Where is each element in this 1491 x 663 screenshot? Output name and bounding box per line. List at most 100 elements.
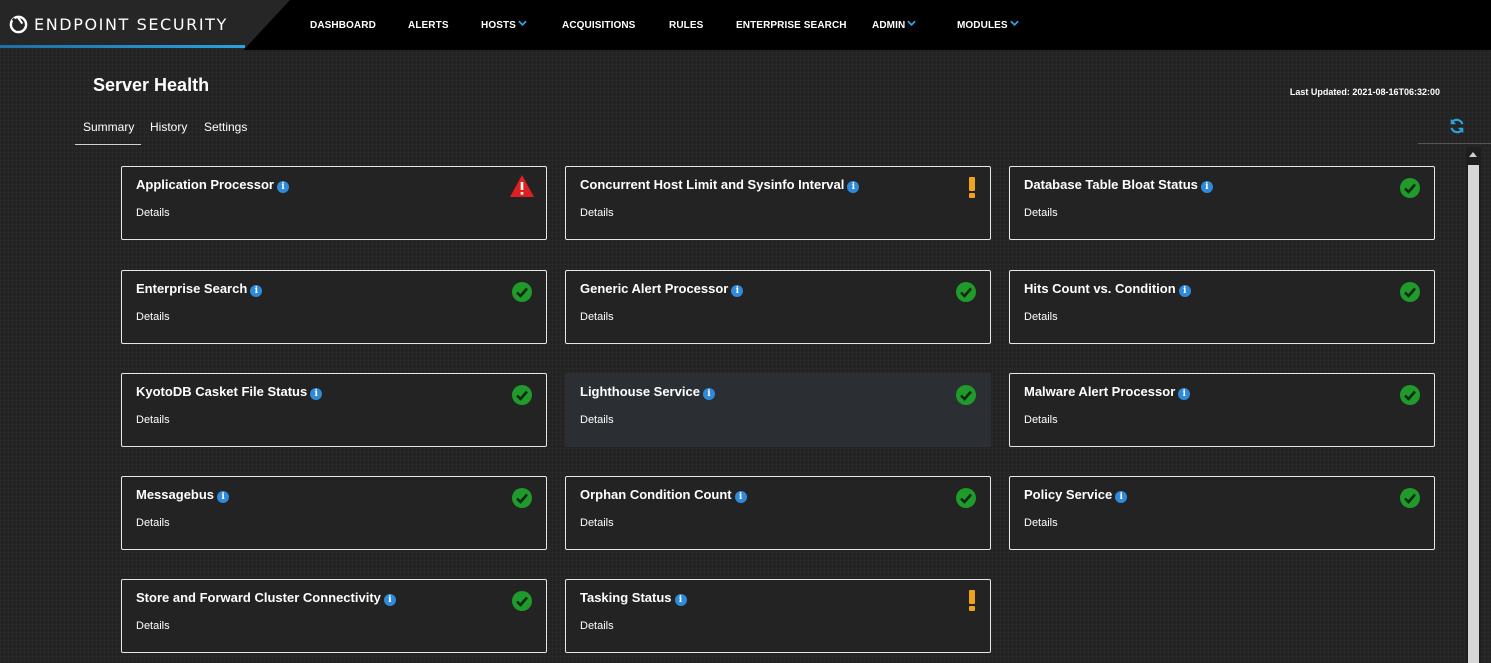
chevron-down-icon: [907, 20, 917, 27]
nav-admin[interactable]: ADMIN: [872, 20, 917, 31]
info-icon[interactable]: i: [847, 181, 860, 193]
card-details-link[interactable]: Details: [580, 620, 614, 632]
card-malware-alert-processor[interactable]: Malware Alert Processor i Details: [1009, 373, 1435, 447]
scroll-up-arrow-icon[interactable]: [1469, 152, 1477, 157]
card-title-text: Store and Forward Cluster Connectivity: [136, 590, 381, 605]
card-title: Lighthouse Service i: [580, 384, 715, 400]
card-details-link[interactable]: Details: [580, 311, 614, 323]
warning-exclamation-icon: [969, 177, 975, 198]
card-orphan-condition-count[interactable]: Orphan Condition Count i Details: [565, 476, 991, 550]
card-details-link[interactable]: Details: [1024, 207, 1058, 219]
card-title-text: Policy Service: [1024, 487, 1113, 502]
card-title: Application Processor i: [136, 177, 289, 193]
card-details-link[interactable]: Details: [136, 311, 170, 323]
card-title: Database Table Bloat Status i: [1024, 177, 1213, 193]
card-title: KyotoDB Casket File Status i: [136, 384, 323, 400]
check-circle-icon: [1400, 282, 1420, 302]
top-nav-bar: ENDPOINT SECURITY DASHBOARD ALERTS HOSTS…: [0, 0, 1491, 50]
card-title: Tasking Status i: [580, 590, 687, 606]
card-details-link[interactable]: Details: [136, 620, 170, 632]
nav-hosts-label: HOSTS: [481, 20, 516, 31]
card-hits-count-vs-condition[interactable]: Hits Count vs. Condition i Details: [1009, 270, 1435, 344]
nav-enterprise-search[interactable]: ENTERPRISE SEARCH: [736, 20, 847, 31]
check-circle-icon: [956, 282, 976, 302]
nav-acquisitions-label: ACQUISITIONS: [562, 20, 636, 31]
card-details-link[interactable]: Details: [580, 517, 614, 529]
card-details-link[interactable]: Details: [580, 207, 614, 219]
card-title: Concurrent Host Limit and Sysinfo Interv…: [580, 177, 860, 193]
card-title: Generic Alert Processor i: [580, 281, 744, 297]
card-title-text: KyotoDB Casket File Status: [136, 384, 308, 399]
info-icon[interactable]: i: [731, 285, 744, 297]
check-circle-icon: [512, 385, 532, 405]
nav-dashboard-label: DASHBOARD: [310, 20, 376, 31]
nav-rules[interactable]: RULES: [669, 20, 703, 31]
card-generic-alert-processor[interactable]: Generic Alert Processor i Details: [565, 270, 991, 344]
info-icon[interactable]: i: [734, 491, 747, 503]
card-title-text: Generic Alert Processor: [580, 281, 729, 296]
check-circle-icon: [1400, 178, 1420, 198]
main-nav: DASHBOARD ALERTS HOSTS ACQUISITIONS RULE…: [0, 0, 1491, 50]
card-details-link[interactable]: Details: [136, 517, 170, 529]
tab-history[interactable]: History: [142, 118, 195, 145]
divider: [1418, 143, 1491, 144]
info-icon[interactable]: i: [276, 181, 289, 193]
card-details-link[interactable]: Details: [1024, 414, 1058, 426]
check-circle-icon: [956, 385, 976, 405]
info-icon[interactable]: i: [1178, 388, 1191, 400]
card-title: Malware Alert Processor i: [1024, 384, 1191, 400]
check-circle-icon: [512, 488, 532, 508]
nav-alerts[interactable]: ALERTS: [408, 20, 449, 31]
nav-hosts[interactable]: HOSTS: [481, 20, 527, 31]
card-messagebus[interactable]: Messagebus i Details: [121, 476, 547, 550]
tab-history-label: History: [150, 120, 188, 134]
nav-alerts-label: ALERTS: [408, 20, 449, 31]
tab-summary[interactable]: Summary: [75, 118, 141, 145]
info-icon[interactable]: i: [217, 491, 230, 503]
card-title-text: Hits Count vs. Condition: [1024, 281, 1176, 296]
card-title: Messagebus i: [136, 487, 230, 503]
page-title: Server Health: [93, 75, 210, 95]
nav-acquisitions[interactable]: ACQUISITIONS: [562, 20, 635, 31]
chevron-down-icon: [518, 20, 527, 27]
vertical-scrollbar[interactable]: [1466, 147, 1481, 663]
info-icon[interactable]: i: [1178, 285, 1191, 297]
info-icon[interactable]: i: [702, 388, 715, 400]
card-details-link[interactable]: Details: [136, 207, 170, 219]
card-details-link[interactable]: Details: [1024, 517, 1058, 529]
refresh-icon[interactable]: [1448, 117, 1466, 135]
card-store-and-forward[interactable]: Store and Forward Cluster Connectivity i …: [121, 579, 547, 653]
scrollbar-thumb[interactable]: [1468, 165, 1479, 663]
info-icon[interactable]: i: [1115, 491, 1128, 503]
card-title-text: Enterprise Search: [136, 281, 248, 296]
card-details-link[interactable]: Details: [1024, 311, 1058, 323]
info-icon[interactable]: i: [383, 594, 396, 606]
tab-summary-label: Summary: [83, 120, 135, 134]
card-concurrent-host-limit[interactable]: Concurrent Host Limit and Sysinfo Interv…: [565, 166, 991, 240]
check-circle-icon: [1400, 385, 1420, 405]
card-enterprise-search[interactable]: Enterprise Search i Details: [121, 270, 547, 344]
tab-settings-label: Settings: [204, 120, 248, 134]
card-details-link[interactable]: Details: [136, 414, 170, 426]
tab-settings[interactable]: Settings: [196, 118, 255, 145]
info-icon[interactable]: i: [674, 594, 687, 606]
nav-modules[interactable]: MODULES: [957, 20, 1019, 31]
error-triangle-icon: [510, 175, 534, 197]
info-icon[interactable]: i: [1200, 181, 1213, 193]
chevron-down-icon: [1009, 20, 1019, 27]
card-policy-service[interactable]: Policy Service i Details: [1009, 476, 1435, 550]
card-tasking-status[interactable]: Tasking Status i Details: [565, 579, 991, 653]
card-title-text: Malware Alert Processor: [1024, 384, 1176, 399]
card-lighthouse-service[interactable]: Lighthouse Service i Details: [565, 373, 991, 447]
card-title: Policy Service i: [1024, 487, 1128, 503]
card-database-table-bloat[interactable]: Database Table Bloat Status i Details: [1009, 166, 1435, 240]
check-circle-icon: [1400, 488, 1420, 508]
card-application-processor[interactable]: Application Processor i Details: [121, 166, 547, 240]
card-title-text: Messagebus: [136, 487, 215, 502]
info-icon[interactable]: i: [250, 285, 263, 297]
info-icon[interactable]: i: [310, 388, 323, 400]
card-details-link[interactable]: Details: [580, 414, 614, 426]
card-title: Enterprise Search i: [136, 281, 263, 297]
nav-dashboard[interactable]: DASHBOARD: [310, 20, 376, 31]
card-kyotodb-casket-file[interactable]: KyotoDB Casket File Status i Details: [121, 373, 547, 447]
